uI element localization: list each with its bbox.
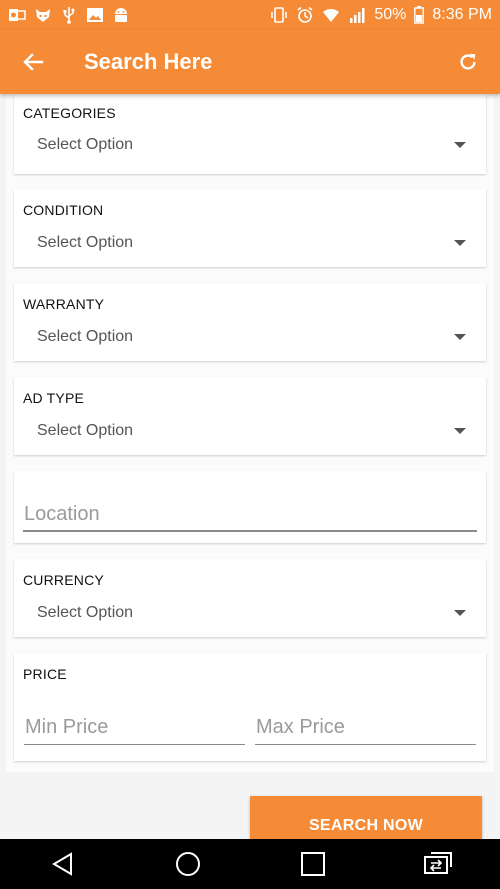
nav-switch-app-button[interactable] [408,839,468,889]
currency-card: CURRENCY Select Option [14,559,486,637]
system-nav-bar [0,839,500,889]
status-bar-right: 50% 8:36 PM [270,6,492,24]
battery-icon [414,6,425,24]
condition-select[interactable]: Select Option [37,234,466,252]
condition-card: CONDITION Select Option [14,189,486,267]
dropdown-caret-icon [454,142,466,148]
refresh-button[interactable] [436,30,500,94]
outlook-icon [8,6,26,24]
filter-form: CATEGORIES Select Option CONDITION Selec… [6,94,494,772]
image-icon [86,6,104,24]
fox-icon [34,6,52,24]
ad-type-label: AD TYPE [23,390,85,406]
wifi-icon [322,6,340,24]
nav-back-button[interactable] [33,839,93,889]
battery-percent: 50% [374,6,407,23]
currency-label: CURRENCY [23,572,104,588]
categories-select[interactable]: Select Option [37,136,466,154]
status-bar: 50% 8:36 PM [0,0,500,30]
location-input[interactable] [23,502,477,532]
refresh-icon [460,53,476,70]
categories-card: CATEGORIES Select Option [14,94,486,174]
usb-icon [60,6,78,24]
ad-type-select[interactable]: Select Option [37,422,466,440]
dropdown-caret-icon [454,610,466,616]
max-price-input[interactable] [255,715,476,745]
nav-home-button[interactable] [158,839,218,889]
ad-type-select-value: Select Option [37,422,134,439]
home-circle-icon [175,852,200,876]
dropdown-caret-icon [454,240,466,246]
categories-label: CATEGORIES [23,105,116,121]
app-toolbar: Search Here [0,30,500,94]
condition-select-value: Select Option [37,234,134,251]
back-triangle-icon [51,852,72,876]
price-label: PRICE [23,666,67,682]
location-card [14,471,486,543]
back-button[interactable] [0,30,66,94]
page-title: Search Here [84,49,213,74]
nav-recents-button[interactable] [283,839,343,889]
alarm-icon [296,6,314,24]
switch-app-icon [423,852,452,874]
min-price-input[interactable] [24,715,245,745]
categories-select-value: Select Option [37,136,134,153]
currency-select[interactable]: Select Option [37,604,466,622]
status-bar-left [8,6,130,24]
recents-square-icon [300,852,325,876]
warranty-select-value: Select Option [37,328,134,345]
arrow-left-icon [23,53,44,71]
currency-select-value: Select Option [37,604,134,621]
price-card: PRICE [14,653,486,761]
android-icon [112,6,130,24]
clock: 8:36 PM [432,6,492,23]
warranty-label: WARRANTY [23,296,105,312]
dropdown-caret-icon [454,428,466,434]
warranty-select[interactable]: Select Option [37,328,466,346]
warranty-card: WARRANTY Select Option [14,283,486,361]
vibrate-icon [270,6,288,24]
condition-label: CONDITION [23,202,104,218]
ad-type-card: AD TYPE Select Option [14,377,486,455]
signal-icon [348,6,366,24]
dropdown-caret-icon [454,334,466,340]
